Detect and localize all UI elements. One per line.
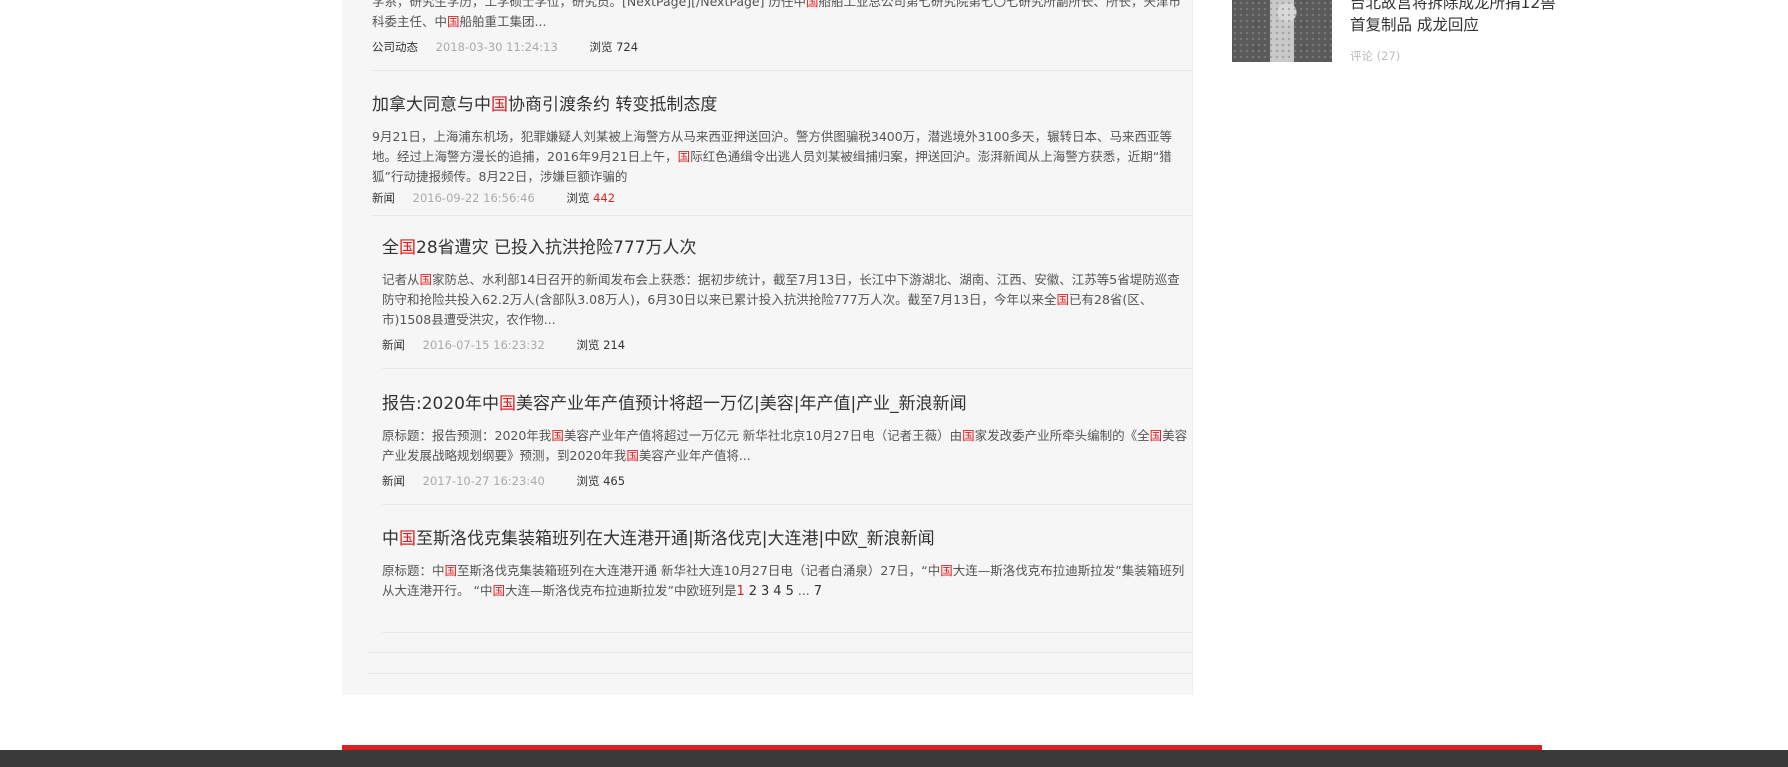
text-segment: 美容产业年产值预计将超一万亿|美容|年产值|产业_新浪新闻 [516,394,967,414]
text-segment: 中 [382,529,399,549]
sidebar-news-title[interactable]: 台北故宫将拆除成龙所捐12兽首复制品 成龙回应 [1350,0,1560,36]
text-segment: 家发改委产业所牵头编制的《全 [974,428,1150,443]
keyword-highlight: 国 [399,238,416,258]
article-meta: 公司动态 2018-03-30 11:24:13 浏览 724 [372,38,1192,70]
keyword-highlight: 国 [491,95,508,115]
keyword-highlight: 国 [1149,428,1163,443]
article-summary: 原标题：中国至斯洛伐克集装箱班列在大连港开通 新华社大连10月27日电（记者白涌… [382,561,1192,602]
article-title[interactable]: 加拿大同意与中国协商引渡条约 转变抵制态度 [372,93,1192,117]
text-segment: 至斯洛伐克集装箱班列在大连港开通|斯洛伐克|大连港|中欧_新浪新闻 [416,529,935,549]
article-title[interactable]: 报告:2020年中国美容产业年产值预计将超一万亿|美容|年产值|产业_新浪新闻 [382,392,1192,416]
article-views: 浏览 442 [566,191,615,205]
views-count: 465 [603,474,626,488]
article-summary: 9月21日，上海浦东机场，犯罪嫌疑人刘某被上海警方从马来西亚押送回沪。警方供图骗… [372,127,1192,187]
article-views: 浏览 465 [576,474,625,488]
keyword-highlight: 国 [399,529,416,549]
article-category[interactable]: 公司动态 [372,40,418,54]
page-link-last[interactable]: 7 [814,584,822,599]
views-label: 浏览 [589,40,613,54]
text-segment: 学系，研究生学历，工学硕士学位，研究员。[NextPage][/NextPage… [372,0,806,9]
page-link[interactable]: 4 [773,584,781,599]
views-count: 724 [616,40,639,54]
comment-count[interactable]: 评论 (27) [1350,48,1400,64]
article-item: 报告:2020年中国美容产业年产值预计将超一万亿|美容|年产值|产业_新浪新闻 … [382,392,1192,505]
article-date: 2018-03-30 11:24:13 [435,40,558,54]
article-date: 2016-09-22 16:56:46 [412,191,535,205]
article-views: 浏览 214 [576,338,625,352]
text-segment: 船舶重工集团... [459,14,547,29]
page-link[interactable]: 1 [736,584,744,599]
pagination: 1 2 3 4 5... 7 [736,583,826,599]
keyword-highlight: 国 [551,428,564,443]
page-link[interactable]: 2 [749,584,757,599]
article-summary: 记者从国家防总、水利部14日召开的新闻发布会上获悉：据初步统计，截至7月13日，… [382,270,1192,330]
article-category[interactable]: 新闻 [382,474,405,488]
keyword-highlight: 国 [962,428,975,443]
text-segment: 美容产业年产值将超过一万亿元 新华社北京10月27日电（记者王薇）由 [563,428,963,443]
keyword-highlight: 国 [499,394,516,414]
text-segment: 大连—斯洛伐克布拉迪斯拉发”中欧班列是 [504,583,737,598]
text-segment: 28省遭灾 已投入抗洪抢险777万人次 [416,238,697,258]
page-link[interactable]: 3 [761,584,769,599]
keyword-highlight: 国 [805,0,819,9]
article-meta: 新闻 2016-07-15 16:23:32 浏览 214 [382,336,1192,368]
views-label: 浏览 [576,474,600,488]
text-segment: 记者从 [382,272,420,287]
text-segment: 至斯洛伐克集装箱班列在大连港开通 新华社大连10月27日电（记者白涌泉）27日，… [457,563,941,578]
keyword-highlight: 国 [419,272,433,287]
article-item: 加拿大同意与中国协商引渡条约 转变抵制态度 9月21日，上海浦东机场，犯罪嫌疑人… [372,93,1192,216]
article-summary: 学系，研究生学历，工学硕士学位，研究员。[NextPage][/NextPage… [372,0,1192,32]
pagination-ellipsis: ... [797,583,814,598]
page-link[interactable]: 5 [786,584,794,599]
article-item: 全国28省遭灾 已投入抗洪抢险777万人次 记者从国家防总、水利部14日召开的新… [382,236,1192,369]
sidebar-news-item[interactable]: 台北故宫将拆除成龙所捐12兽首复制品 成龙回应 评论 (27) [1232,0,1562,70]
keyword-highlight: 国 [447,14,460,29]
divider [367,673,1192,674]
views-label: 浏览 [566,191,590,205]
divider [367,652,1192,653]
article-title[interactable]: 中国至斯洛伐克集装箱班列在大连港开通|斯洛伐克|大连港|中欧_新浪新闻 [382,527,1192,551]
news-thumbnail[interactable] [1232,0,1332,62]
keyword-highlight: 国 [1056,292,1070,307]
keyword-highlight: 国 [444,563,458,578]
article-date: 2016-07-15 16:23:32 [422,338,545,352]
text-segment: 加拿大同意与中 [372,95,491,115]
article-category[interactable]: 新闻 [372,191,395,205]
article-item: 学系，研究生学历，工学硕士学位，研究员。[NextPage][/NextPage… [372,0,1192,71]
text-segment: 原标题：中 [382,563,445,578]
keyword-highlight: 国 [626,448,639,463]
text-segment: 报告:2020年中 [382,394,499,414]
article-meta: 新闻 2017-10-27 16:23:40 浏览 465 [382,472,1192,504]
views-label: 浏览 [576,338,600,352]
text-segment: 协商引渡条约 转变抵制态度 [508,95,718,115]
article-views: 浏览 724 [589,40,638,54]
views-count: 442 [593,191,616,205]
article-date: 2017-10-27 16:23:40 [422,474,545,488]
footer [0,750,1788,767]
views-count: 214 [603,338,626,352]
article-title[interactable]: 全国28省遭灾 已投入抗洪抢险777万人次 [382,236,1192,260]
article-meta: 新闻 2016-09-22 16:56:46 浏览 442 [372,189,1192,215]
keyword-highlight: 国 [677,149,691,164]
keyword-highlight: 国 [492,583,505,598]
text-segment: 原标题：报告预测：2020年我 [382,428,552,443]
article-category[interactable]: 新闻 [382,338,405,352]
text-segment: 全 [382,238,399,258]
text-segment: 美容产业年产值将... [638,448,751,463]
article-item: 中国至斯洛伐克集装箱班列在大连港开通|斯洛伐克|大连港|中欧_新浪新闻 原标题：… [382,527,1192,633]
article-list-panel: 学系，研究生学历，工学硕士学位，研究员。[NextPage][/NextPage… [342,0,1193,695]
keyword-highlight: 国 [940,563,953,578]
article-summary: 原标题：报告预测：2020年我国美容产业年产值将超过一万亿元 新华社北京10月2… [382,426,1192,466]
